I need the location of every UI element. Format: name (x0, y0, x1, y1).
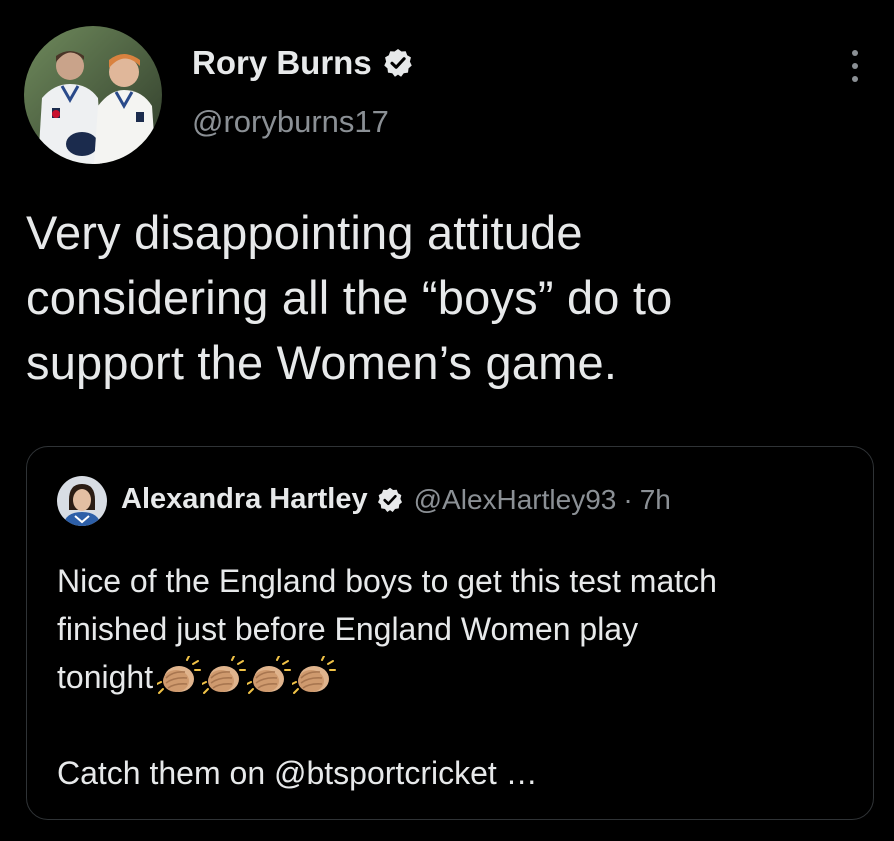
more-vertical-icon[interactable] (838, 46, 872, 86)
profile-photo-icon (24, 26, 162, 164)
quoted-text-line: tonight (57, 659, 154, 695)
quoted-text-line: Nice of the England boys to get this tes… (57, 563, 717, 599)
quoted-author-avatar[interactable] (57, 476, 107, 526)
tweet-text-line: Very disappointing attitude (26, 206, 583, 259)
clap-emoji-group (157, 656, 337, 696)
clapping-hands-icon (292, 656, 337, 696)
quoted-tweet-truncated-text: Catch them on @btsportcricket … (57, 755, 538, 791)
author-name[interactable]: Rory Burns (192, 44, 414, 82)
quoted-tweet-time[interactable]: 7h (640, 484, 671, 516)
quoted-tweet[interactable]: Alexandra Hartley @AlexHartley93 · 7h Ni… (26, 446, 874, 820)
quoted-author-name[interactable]: Alexandra Hartley (121, 483, 368, 516)
clapping-hands-icon (202, 656, 247, 696)
quoted-tweet-text: Nice of the England boys to get this tes… (57, 557, 847, 701)
separator-dot: · (623, 483, 633, 515)
quoted-tweet-header: Alexandra Hartley @AlexHartley93 · 7h (121, 483, 671, 516)
tweet: Rory Burns @roryburns17 Very disappointi… (0, 0, 894, 841)
verified-badge-icon (382, 47, 414, 79)
author-avatar[interactable] (24, 26, 162, 164)
tweet-text-line: considering all the “boys” do to (26, 271, 673, 324)
tweet-text-line: support the Women’s game. (26, 336, 618, 389)
quoted-author-handle[interactable]: @AlexHartley93 (414, 484, 617, 516)
verified-badge-icon (376, 486, 404, 514)
profile-photo-icon (57, 476, 107, 526)
quoted-text-line: finished just before England Women play (57, 611, 639, 647)
author-handle[interactable]: @roryburns17 (192, 104, 389, 140)
quoted-text-line-with-emoji: tonight (57, 653, 847, 701)
author-name-text: Rory Burns (192, 44, 372, 81)
tweet-text: Very disappointing attitude considering … (26, 200, 846, 395)
clapping-hands-icon (247, 656, 292, 696)
clapping-hands-icon (157, 656, 202, 696)
